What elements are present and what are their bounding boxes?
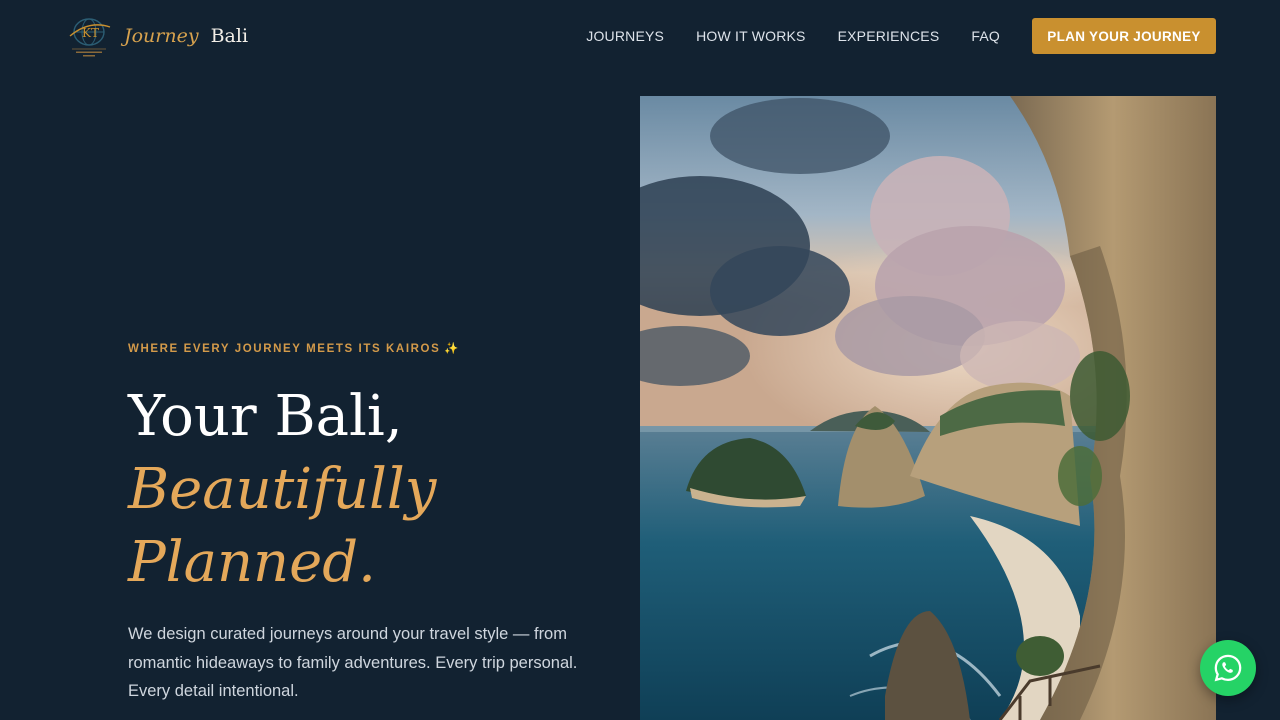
brand-name-bali: Bali (210, 25, 249, 47)
hero-eyebrow: WHERE EVERY JOURNEY MEETS ITS KAIROS ✨ (128, 341, 460, 355)
site-header: KT Journey Bali JOURNEYS HOW IT WORKS EX… (0, 0, 1280, 72)
hero-title: Your Bali, Beautifully Planned. (128, 380, 608, 599)
kairos-globe-logo-icon: KT (69, 18, 111, 57)
nav-link-faq[interactable]: FAQ (971, 28, 1000, 44)
sparkles-icon: ✨ (444, 343, 461, 355)
bali-coastal-cliffs-photo (640, 96, 1216, 720)
main-nav: JOURNEYS HOW IT WORKS EXPERIENCES FAQ PL… (586, 18, 1216, 54)
plan-your-journey-button[interactable]: PLAN YOUR JOURNEY (1032, 18, 1216, 54)
svg-text:KT: KT (82, 26, 99, 40)
whatsapp-icon (1214, 654, 1242, 682)
whatsapp-chat-button[interactable] (1200, 640, 1256, 696)
hero-eyebrow-text: WHERE EVERY JOURNEY MEETS ITS KAIROS (128, 343, 441, 355)
nav-link-how-it-works[interactable]: HOW IT WORKS (696, 28, 805, 44)
brand-name-journey: Journey (124, 25, 199, 47)
hero-description: We design curated journeys around your t… (128, 625, 578, 700)
hero-title-line1: Your Bali, (128, 384, 403, 449)
nav-link-experiences[interactable]: EXPERIENCES (838, 28, 940, 44)
brand-logo-link[interactable]: KT Journey Bali (64, 14, 248, 58)
hero-title-line2: Beautifully (128, 457, 437, 522)
hero-title-line3: Planned. (128, 530, 376, 595)
nav-link-journeys[interactable]: JOURNEYS (586, 28, 664, 44)
